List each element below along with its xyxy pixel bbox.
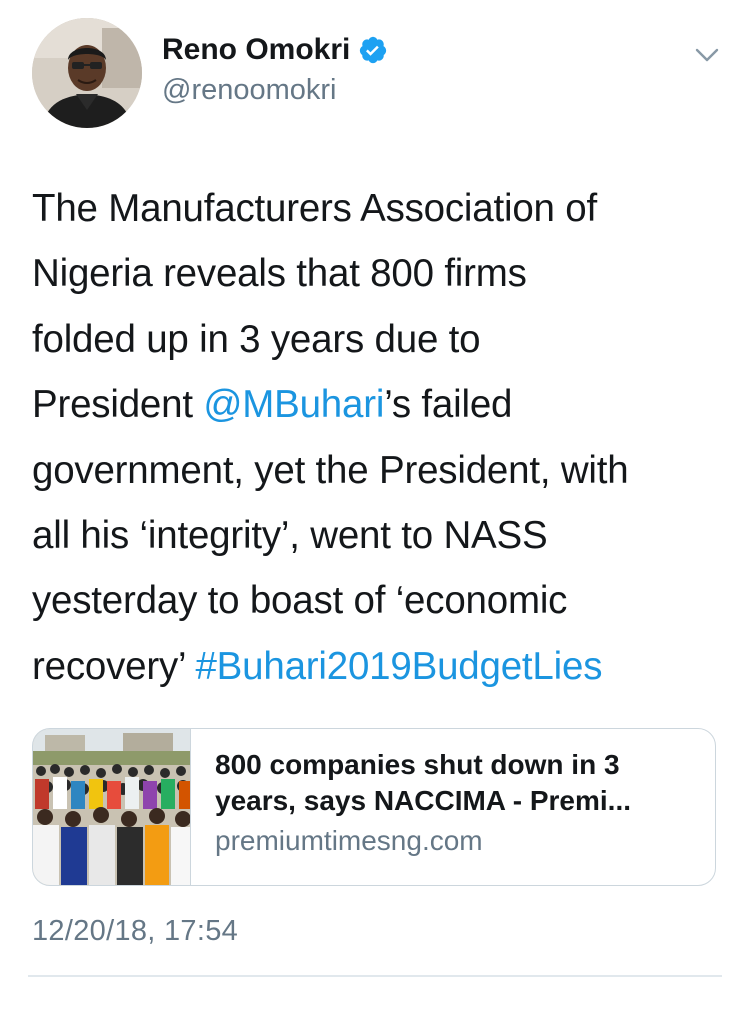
verified-badge-icon bbox=[358, 35, 388, 65]
link-preview-card[interactable]: 800 companies shut down in 3 years, says… bbox=[32, 728, 716, 886]
tweet-text-line: yesterday to boast of ‘economic bbox=[32, 579, 568, 623]
hashtag-link[interactable]: #Buhari2019BudgetLies bbox=[195, 645, 602, 688]
tweet-text-line: folded up in 3 years due to bbox=[32, 317, 481, 361]
card-body: 800 companies shut down in 3 years, says… bbox=[191, 729, 715, 885]
mention-link[interactable]: @MBuhari bbox=[203, 383, 384, 426]
tweet-text-line: President @MBuhari’s failed bbox=[32, 383, 513, 427]
author-name-row[interactable]: Reno Omokri bbox=[162, 32, 388, 68]
tweet: Reno Omokri @renoomokri The Manufacturer… bbox=[0, 0, 742, 1009]
tweet-text-line: Nigeria reveals that 800 firms bbox=[32, 252, 527, 296]
card-domain: premiumtimesng.com bbox=[215, 825, 483, 856]
avatar-photo bbox=[32, 18, 142, 128]
tweet-text-line: all his ‘integrity’, went to NASS bbox=[32, 514, 548, 558]
tweet-text-line: recovery’ #Buhari2019BudgetLies bbox=[32, 644, 603, 688]
chevron-down-icon[interactable] bbox=[692, 44, 722, 66]
avatar[interactable] bbox=[32, 18, 142, 128]
tweet-text-line: government, yet the President, with bbox=[32, 448, 629, 492]
tweet-text: The Manufacturers Association of Nigeria… bbox=[32, 176, 722, 699]
author-handle[interactable]: @renoomokri bbox=[162, 74, 337, 107]
author-display-name[interactable]: Reno Omokri bbox=[162, 33, 350, 67]
card-thumbnail bbox=[33, 729, 191, 885]
divider bbox=[28, 975, 722, 977]
tweet-text-line: The Manufacturers Association of bbox=[32, 187, 597, 230]
tweet-timestamp[interactable]: 12/20/18, 17:54 bbox=[32, 915, 238, 948]
card-title: 800 companies shut down in 3 years, says… bbox=[215, 749, 632, 816]
